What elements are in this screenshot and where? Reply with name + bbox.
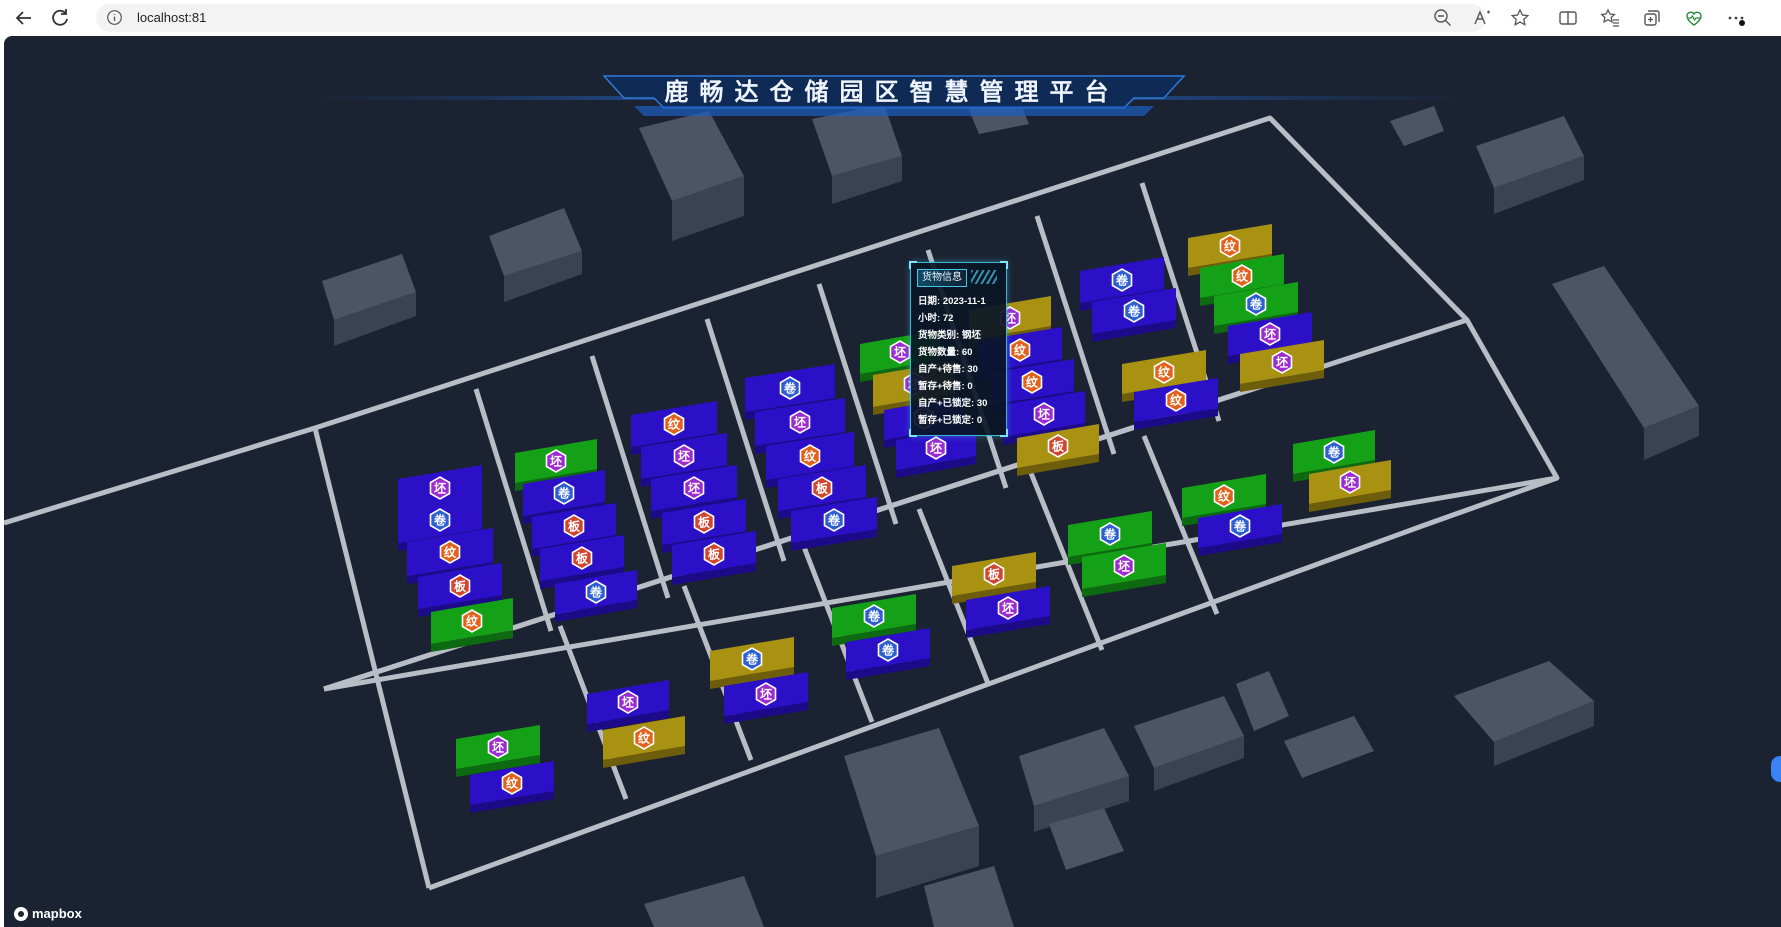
- map-viewport[interactable]: 鹿畅达仓储园区智慧管理平台 坯卷纹板纹坯卷板板卷纹坯坯板 板 卷 坯 纹 板 卷…: [4, 36, 1781, 927]
- cargo-type-badge-label: 坯: [434, 481, 446, 496]
- cargo-type-badge-label: 纹: [1026, 375, 1039, 390]
- cargo-type-badge-label: 纹: [638, 731, 651, 746]
- cargo-type-badge-label: 纹: [466, 614, 479, 629]
- cargo-type-badge-label: 纹: [668, 417, 681, 432]
- cargo-info-popup: 货物信息 日期: 2023-11-1 小时: 72 货物类别: 钢坯 货物数量:…: [909, 261, 1008, 437]
- cargo-type-badge-label: 板: [568, 519, 581, 534]
- url-text[interactable]: localhost:81: [137, 10, 206, 25]
- zoom-out-icon[interactable]: [1433, 8, 1453, 28]
- mapbox-icon: [14, 906, 28, 921]
- read-aloud-icon[interactable]: [1472, 8, 1492, 28]
- popup-row-self-pending: 自产+待售: 30: [918, 364, 978, 375]
- favorites-icon[interactable]: [1600, 8, 1620, 28]
- cargo-type-badge-label: 纹: [444, 545, 457, 560]
- cargo-type-badge-label: 卷: [1103, 527, 1117, 542]
- popup-row-self-locked: 自产+已锁定: 30: [918, 398, 988, 409]
- cargo-type-badge-label: 纹: [1170, 393, 1183, 408]
- cargo-type-badge-label: 纹: [804, 449, 817, 464]
- cargo-type-badge-label: 卷: [783, 381, 797, 396]
- cargo-type-badge-label: 坯: [794, 415, 806, 430]
- cargo-type-badge-label: 卷: [745, 652, 759, 667]
- cargo-type-badge-label: 坯: [1264, 327, 1276, 342]
- popup-row-temp-locked: 暂存+已锁定: 0: [918, 415, 983, 426]
- cargo-type-badge-label: 坯: [1038, 407, 1050, 422]
- platform-header: 鹿畅达仓储园区智慧管理平台: [304, 75, 1474, 116]
- back-icon[interactable]: [12, 6, 36, 30]
- popup-row-date: 日期: 2023-11-1: [918, 296, 986, 307]
- cargo-type-badge-label: 卷: [827, 513, 841, 528]
- cargo-type-badge-label: 坯: [1002, 601, 1014, 616]
- cargo-type-badge-label: 卷: [1327, 445, 1341, 460]
- address-bar[interactable]: [96, 4, 1486, 32]
- heart-pulse-icon[interactable]: [1684, 8, 1704, 28]
- cargo-type-badge-label: 纹: [1224, 239, 1237, 254]
- warehouse-3d-map[interactable]: 鹿畅达仓储园区智慧管理平台 坯卷纹板纹坯卷板板卷纹坯坯板板卷坯纹板卷坯坯坯纹纹坯…: [4, 36, 1781, 927]
- cargo-type-badge-label: 板: [816, 481, 829, 496]
- browser-toolbar: localhost:81: [0, 0, 1781, 36]
- cargo-type-badge-label: 卷: [867, 609, 881, 624]
- cargo-type-badge-label: 坯: [622, 695, 634, 710]
- popup-row-quantity: 货物数量: 60: [918, 347, 973, 358]
- cargo-type-badge-label: 坯: [894, 345, 906, 360]
- info-icon[interactable]: [106, 9, 123, 26]
- cargo-type-badge-label: 纹: [1236, 269, 1249, 284]
- cargo-type-badge-label: 坯: [1118, 559, 1130, 574]
- cargo-type-badge-label: 卷: [557, 486, 571, 501]
- cargo-type-badge-label: 纹: [1014, 343, 1027, 358]
- cargo-type-badge-label: 纹: [1218, 489, 1231, 504]
- cargo-type-badge-label: 坯: [1344, 475, 1356, 490]
- popup-row-temp-pending: 暂存+待售: 0: [918, 381, 973, 392]
- popup-title-decoration: [971, 270, 997, 284]
- cargo-type-badge-label: 纹: [506, 776, 519, 791]
- cargo-type-badge-label: 卷: [881, 643, 895, 658]
- more-icon[interactable]: [1726, 8, 1746, 28]
- cargo-type-badge-label: 坯: [760, 687, 772, 702]
- cargo-type-badge-label: 坯: [688, 481, 700, 496]
- collections-icon[interactable]: [1642, 8, 1662, 28]
- cargo-type-badge-label: 卷: [1249, 297, 1263, 312]
- popup-title: 货物信息: [917, 269, 967, 287]
- cargo-type-badge-label: 坯: [492, 740, 504, 755]
- cargo-type-badge-label: 坯: [1276, 355, 1288, 370]
- cargo-type-badge-label: 板: [1052, 439, 1065, 454]
- cargo-type-badge-label: 板: [576, 551, 589, 566]
- cargo-type-badge-label: 板: [708, 547, 721, 562]
- cargo-type-badge-label: 板: [698, 515, 711, 530]
- cargo-type-badge-label: 纹: [1158, 365, 1171, 380]
- cargo-type-badge-label: 板: [988, 567, 1001, 582]
- cargo-type-badge-label: 卷: [433, 513, 447, 528]
- cargo-type-badge-label: 板: [454, 579, 467, 594]
- side-panel-handle[interactable]: [1771, 756, 1781, 782]
- cargo-type-badge-label: 卷: [1233, 519, 1247, 534]
- split-screen-icon[interactable]: [1558, 8, 1578, 28]
- cargo-type-badge-label: 坯: [930, 441, 942, 456]
- cargo-type-badge-label: 坯: [678, 449, 690, 464]
- cargo-type-badge-label: 卷: [1115, 273, 1129, 288]
- refresh-icon[interactable]: [48, 6, 72, 30]
- platform-title: 鹿畅达仓储园区智慧管理平台: [665, 78, 1120, 106]
- favorite-icon[interactable]: [1510, 8, 1530, 28]
- popup-row-category: 货物类别: 钢坯: [918, 330, 981, 341]
- mapbox-logo[interactable]: mapbox: [14, 906, 82, 921]
- cargo-type-badge-label: 卷: [1127, 304, 1141, 319]
- popup-row-hours: 小时: 72: [918, 313, 954, 324]
- cargo-type-badge-label: 卷: [589, 585, 603, 600]
- cargo-type-badge-label: 坯: [550, 454, 562, 469]
